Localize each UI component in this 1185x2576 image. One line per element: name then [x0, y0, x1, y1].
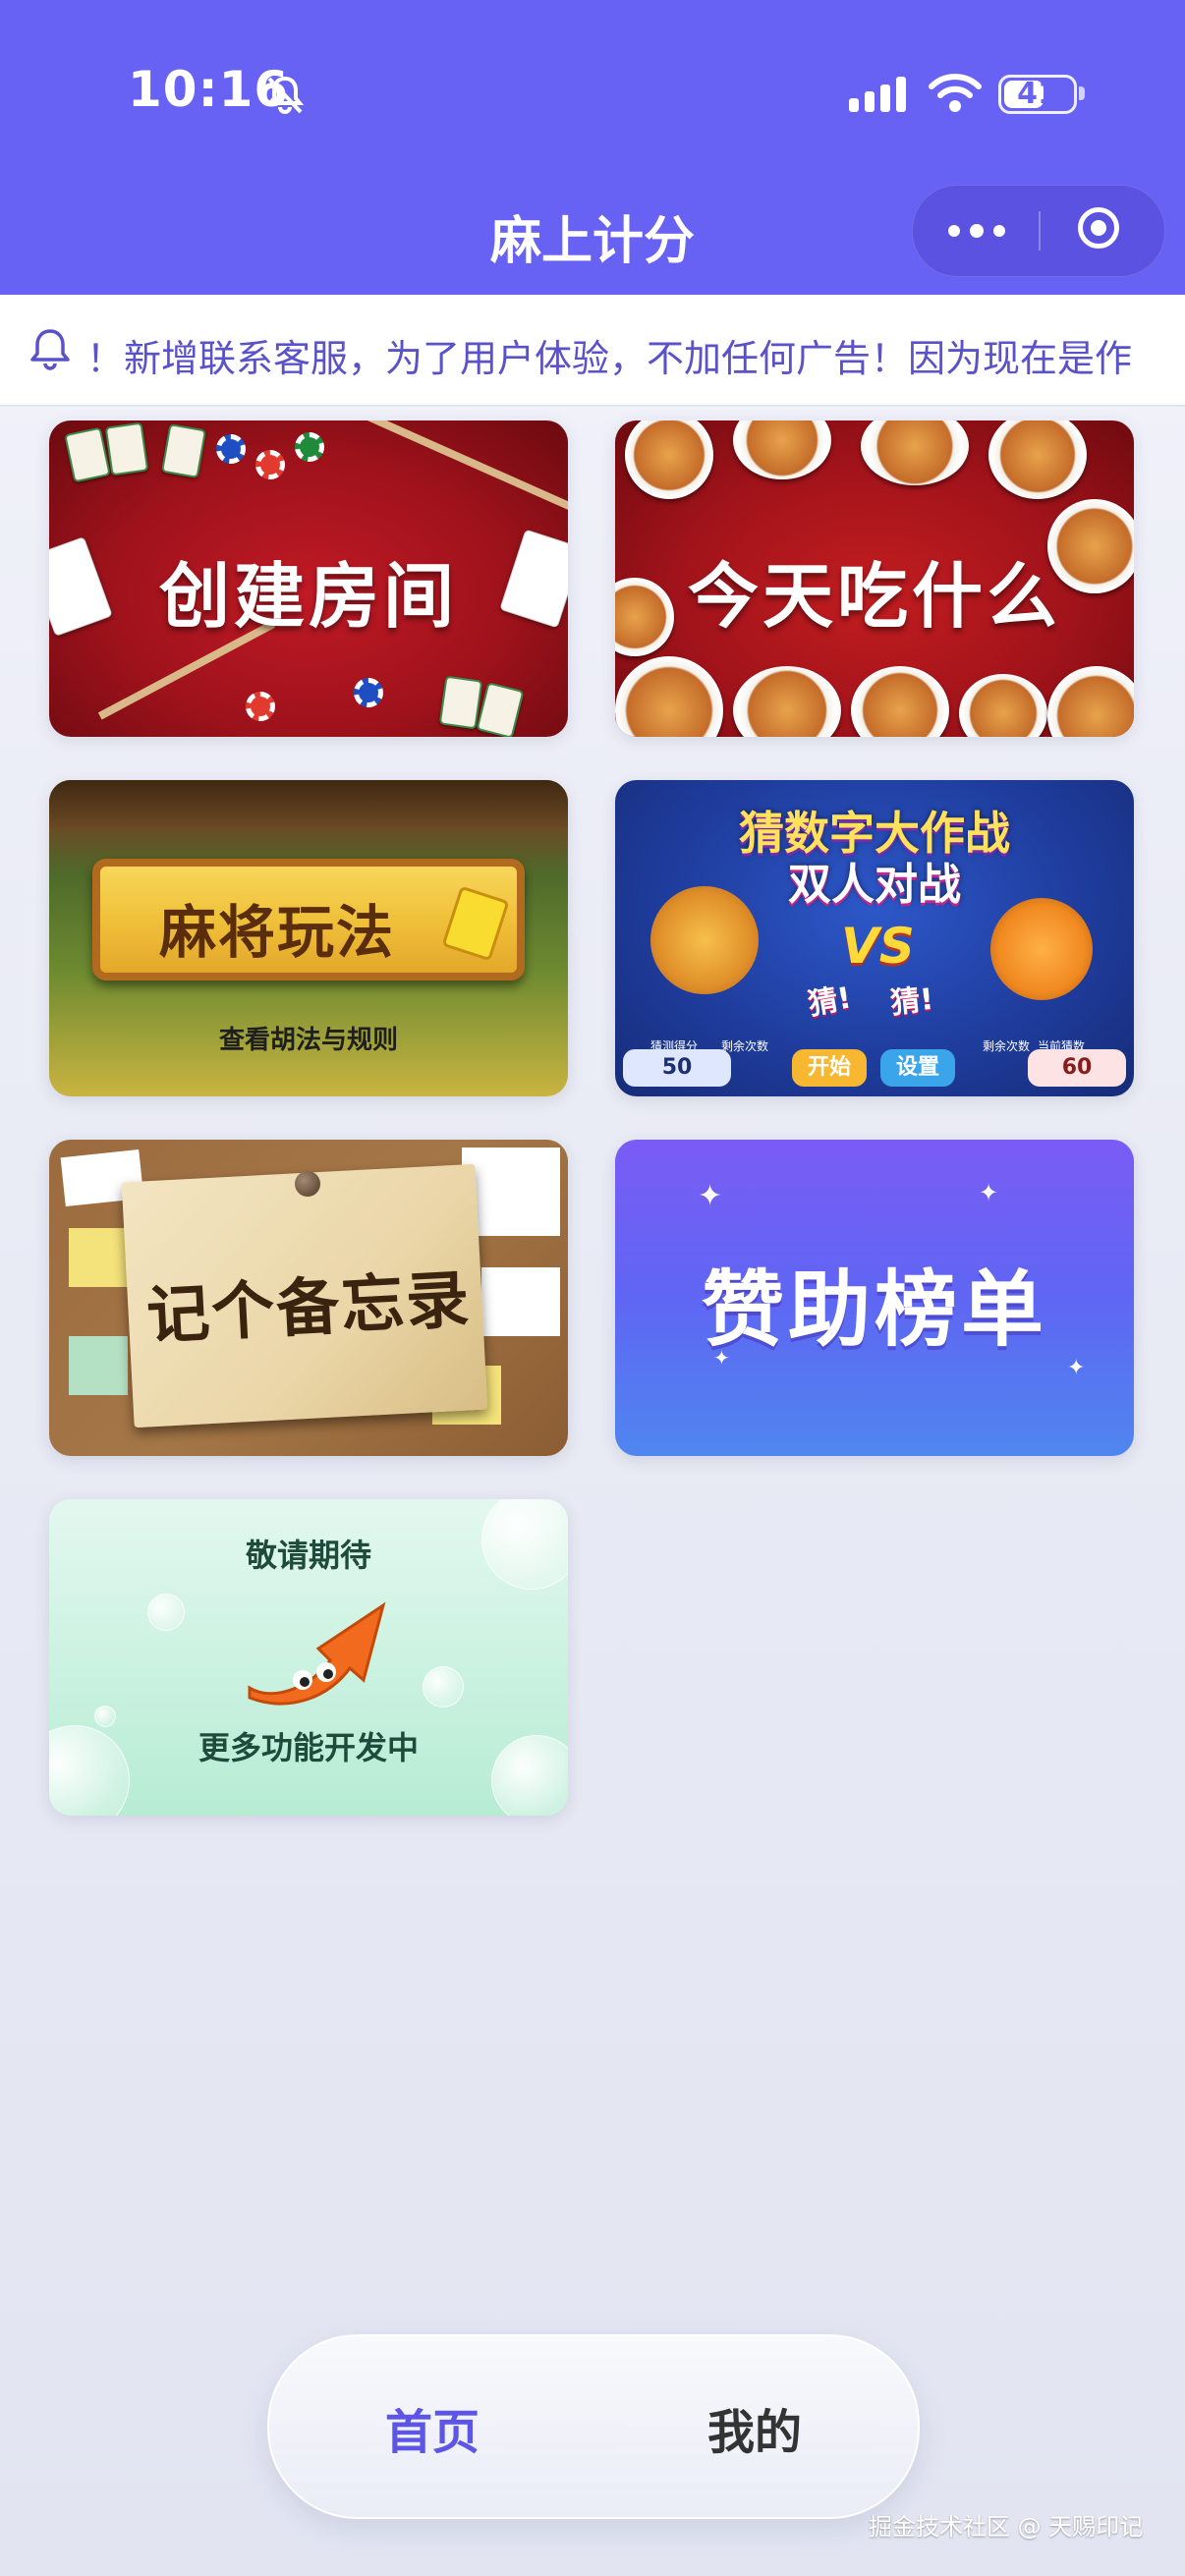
vs-label: VS [841, 918, 915, 975]
bell-off-icon [265, 76, 305, 114]
watermark: 掘金技术社区 @ 天赐印记 [869, 2513, 1144, 2541]
battery-level: 41 [1017, 77, 1058, 111]
pin-icon [295, 1171, 320, 1197]
what-to-eat-card[interactable]: 今天吃什么 [615, 420, 1134, 737]
battery-icon: 41 [998, 75, 1077, 114]
more-icon[interactable] [948, 215, 1007, 245]
sponsor-card[interactable]: ✦ ✦ ✦ ✦ 赞助榜单 [615, 1140, 1134, 1456]
create-room-label: 创建房间 [158, 554, 458, 638]
create-room-card[interactable]: 创建房间 [49, 420, 568, 737]
wifi-icon [929, 74, 982, 112]
left-score: 50 [623, 1049, 731, 1087]
signal-icon [849, 77, 906, 112]
header: 10:16 41 麻上计分 [0, 0, 1185, 295]
right-score: 60 [1028, 1049, 1126, 1087]
mahjong-rules-subtitle: 查看胡法与规则 [218, 1026, 398, 1055]
start-button[interactable]: 开始 [792, 1049, 867, 1087]
close-miniprogram-icon[interactable] [1078, 207, 1119, 249]
notice-bar[interactable]: ！新增联系客服，为了用户体验，不加任何广告！因为现在是作 [0, 295, 1185, 407]
memo-card[interactable]: 记个备忘录 [49, 1140, 568, 1456]
lion-icon [650, 886, 759, 994]
settings-button[interactable]: 设置 [880, 1049, 955, 1087]
bell-icon [30, 329, 70, 370]
guess-number-card[interactable]: 猜数字大作战 双人对战 VS 猜! 猜! 猜测得分 50 剩余次数 开始 设置 … [615, 780, 1134, 1096]
guess-label-2: 猜! [888, 981, 935, 1022]
mahjong-rules-label: 麻将玩法 [159, 899, 396, 966]
coming-soon-title: 敬请期待 [245, 1537, 371, 1574]
miniprogram-capsule [912, 185, 1165, 277]
coming-soon-card[interactable]: 敬请期待 更多功能开发中 [49, 1499, 568, 1816]
mahjong-rules-plaque: 麻将玩法 [92, 859, 525, 980]
sparkle-icon: ✦ [979, 1179, 999, 1206]
left-remaining: 剩余次数 [721, 1039, 769, 1053]
notice-text: ！新增联系客服，为了用户体验，不加任何广告！因为现在是作 [86, 337, 1133, 380]
mahjong-rules-card[interactable]: 麻将玩法 查看胡法与规则 [49, 780, 568, 1096]
what-to-eat-label: 今天吃什么 [687, 554, 1061, 638]
tiger-icon [990, 898, 1093, 1000]
tab-me[interactable]: 我的 [707, 2393, 802, 2462]
guess-number-bar: 猜测得分 50 剩余次数 开始 设置 剩余次数 当前猜数 60 [615, 1039, 1134, 1096]
coming-soon-subtitle: 更多功能开发中 [198, 1729, 419, 1766]
mahjong-tile-icon [441, 885, 510, 962]
right-remaining: 剩余次数 [983, 1039, 1031, 1053]
tab-home[interactable]: 首页 [385, 2393, 480, 2462]
sparkle-icon: ✦ [698, 1179, 723, 1213]
sponsor-label: 赞助榜单 [701, 1261, 1047, 1358]
tab-bar: 首页 我的 [267, 2334, 920, 2519]
growth-arrow-icon [248, 1601, 386, 1706]
guess-label-1: 猜! [805, 980, 855, 1023]
